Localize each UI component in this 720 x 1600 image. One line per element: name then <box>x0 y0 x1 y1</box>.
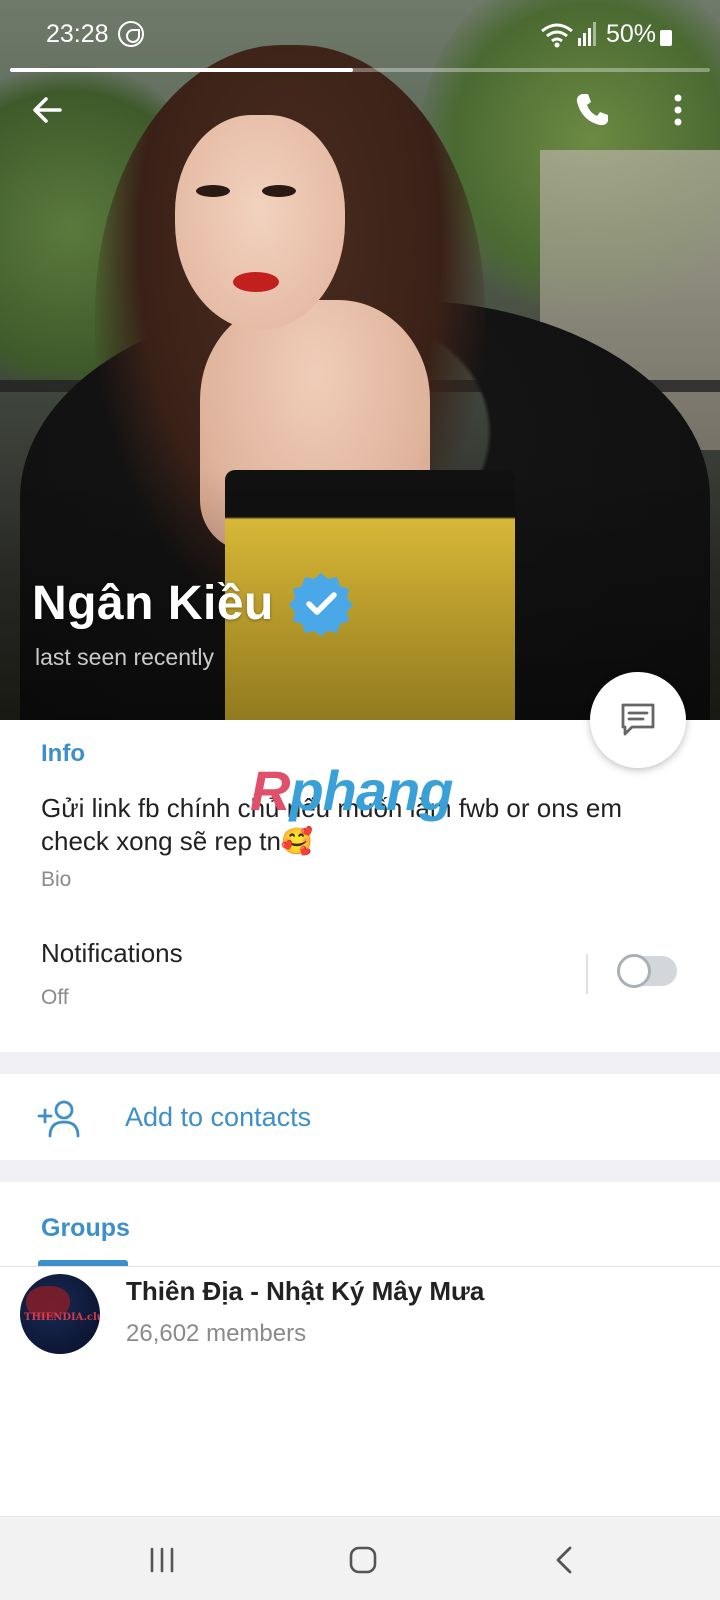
message-icon <box>621 703 655 736</box>
wifi-icon <box>541 23 573 48</box>
back-arrow-icon[interactable] <box>26 88 70 132</box>
groups-section: Groups THIENDIA.club Thiên Địa - Nhật Ký… <box>0 1182 720 1516</box>
bio-text[interactable]: Gửi link fb chính chủ nếu muốn làm fwb o… <box>41 792 681 858</box>
more-vertical-icon[interactable] <box>656 88 700 132</box>
add-user-icon <box>37 1100 80 1138</box>
notifications-value: Off <box>41 986 69 1009</box>
group-member-count: 26,602 members <box>126 1320 307 1347</box>
group-avatar: THIENDIA.club <box>20 1274 100 1354</box>
home-icon[interactable] <box>348 1545 378 1575</box>
tab-divider <box>0 1266 720 1267</box>
info-header: Info <box>41 740 85 767</box>
photo-progress-bar <box>10 68 710 72</box>
bio-label: Bio <box>41 868 72 891</box>
section-divider <box>0 1160 720 1182</box>
recent-apps-icon[interactable] <box>148 1547 176 1573</box>
send-message-button[interactable] <box>590 672 686 768</box>
system-navigation-bar <box>0 1516 720 1600</box>
battery-icon <box>660 30 672 46</box>
status-time: 23:28 <box>46 20 109 48</box>
group-name: Thiên Địa - Nhật Ký Mây Mưa <box>126 1276 485 1306</box>
phone-icon[interactable] <box>570 88 614 132</box>
notifications-label[interactable]: Notifications <box>41 938 183 969</box>
last-seen-status: last seen recently <box>35 644 214 670</box>
add-to-contacts-row[interactable]: Add to contacts <box>0 1074 720 1160</box>
add-to-contacts-label: Add to contacts <box>125 1102 312 1132</box>
info-section: Info Gửi link fb chính chủ nếu muốn làm … <box>0 720 720 1052</box>
verified-badge-icon <box>288 573 353 636</box>
status-bar: 23:28 50% <box>0 0 720 68</box>
profile-name: Ngân Kiều <box>32 576 274 630</box>
divider <box>586 954 588 994</box>
signal-icon <box>578 22 596 46</box>
battery-level: 50% <box>606 20 657 48</box>
profile-name-row: Ngân Kiều <box>32 568 354 638</box>
nav-back-icon[interactable] <box>552 1545 576 1575</box>
notifications-toggle[interactable] <box>617 954 677 988</box>
section-divider <box>0 1052 720 1074</box>
tab-groups[interactable]: Groups <box>41 1214 130 1243</box>
group-list-item[interactable]: THIENDIA.club Thiên Địa - Nhật Ký Mây Mư… <box>0 1274 720 1370</box>
whatsapp-notification-icon <box>118 21 144 47</box>
